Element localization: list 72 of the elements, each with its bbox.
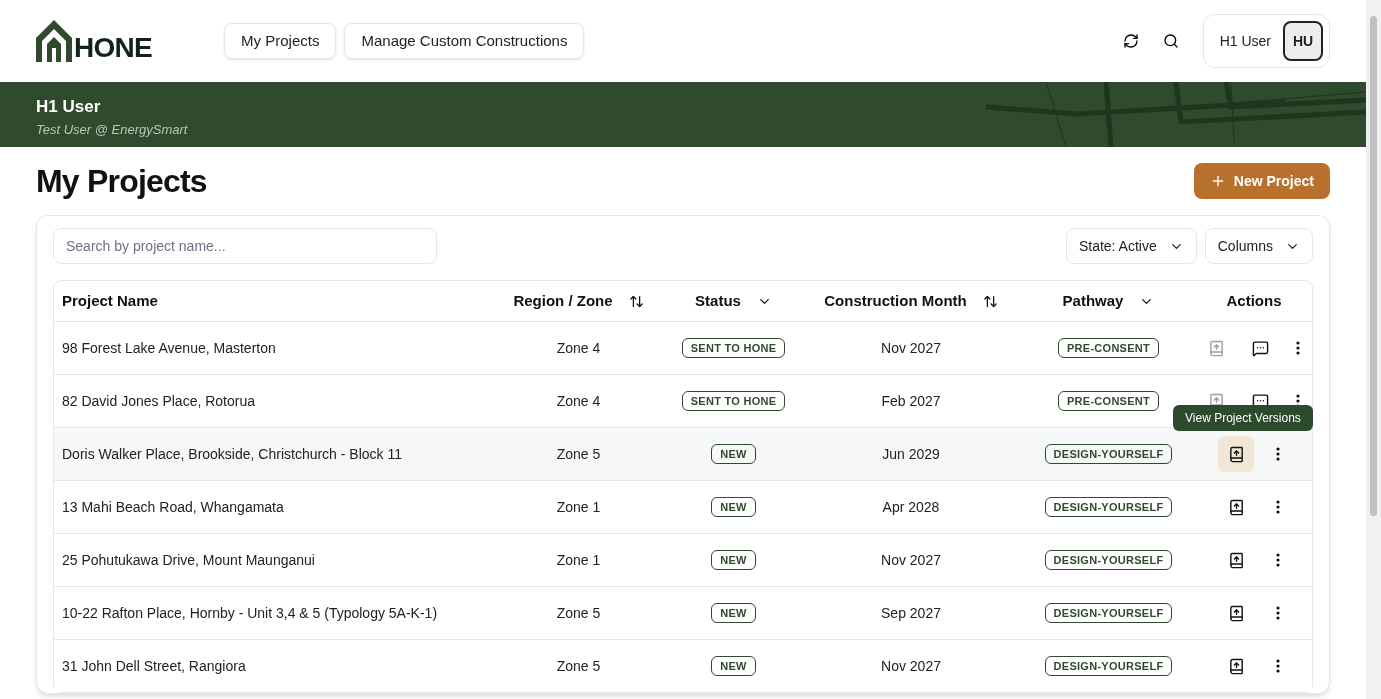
filter-dropdown[interactable]: State: Active (1065, 228, 1197, 264)
month-text: Jun 2029 (881, 444, 941, 464)
filter-dropdown[interactable]: Columns (1204, 228, 1313, 264)
pathway-badge: PRE-CONSENT (1057, 337, 1160, 359)
zone-text: Zone 5 (555, 444, 602, 464)
zone-text: Zone 5 (555, 656, 602, 676)
zone-text: Zone 5 (555, 603, 602, 623)
book-upload-icon (1227, 604, 1245, 622)
search-icon[interactable] (1162, 33, 1179, 49)
zone-text: Zone 1 (555, 497, 602, 517)
sort-icon[interactable] (982, 293, 998, 309)
status-badge: NEW (711, 496, 756, 518)
book-upload-icon (1227, 551, 1245, 569)
more-options-icon (1276, 606, 1280, 620)
status-badge: SENT TO HONE (681, 337, 786, 359)
banner-subtitle: Test User @ EnergySmart (36, 120, 189, 139)
project-name: Doris Walker Place, Brookside, Christchurch - Block 11 (61, 444, 403, 464)
scrollbar[interactable] (1366, 0, 1381, 699)
column-header: Construction Month (824, 290, 967, 311)
more-options-icon (1276, 447, 1280, 461)
new-project-button[interactable]: New Project (1193, 163, 1330, 199)
avatar: HU (1283, 21, 1323, 61)
nav-button[interactable]: Manage Custom Constructions (344, 23, 585, 59)
pathway-badge: DESIGN-YOURSELF (1044, 496, 1173, 518)
sort-icon[interactable] (628, 293, 644, 309)
project-name: 10-22 Rafton Place, Hornby - Unit 3,4 & 5 (Typology 5A-K-1) (61, 603, 439, 623)
banner-name: H1 User (36, 96, 102, 118)
status-badge: NEW (711, 549, 756, 571)
month-text: Apr 2028 (881, 497, 941, 517)
status-badge: NEW (711, 602, 756, 624)
project-name: 25 Pohutukawa Drive, Mount Maunganui (61, 550, 316, 570)
column-header: Pathway (1062, 290, 1124, 311)
logo-text: HONE (74, 34, 153, 62)
table-row[interactable]: 31 John Dell Street, Rangiora Zone 5 NEW Nov 2027 DESIGN-YOURSELF (54, 639, 1312, 692)
more-options-icon (1276, 553, 1280, 567)
book-upload-icon (1227, 657, 1245, 675)
more-options-icon (1276, 659, 1280, 673)
versions-button[interactable] (1218, 436, 1254, 472)
pathway-badge: DESIGN-YOURSELF (1044, 655, 1173, 677)
more-options-icon (1276, 500, 1280, 514)
pathway-badge: PRE-CONSENT (1057, 390, 1160, 412)
project-name: 98 Forest Lake Avenue, Masterton (61, 338, 277, 358)
page-title: My Projects (36, 162, 207, 201)
book-upload-icon (1227, 498, 1245, 516)
column-header: Project Name (62, 290, 158, 311)
pathway-badge: DESIGN-YOURSELF (1044, 602, 1173, 624)
month-text: Nov 2027 (880, 656, 942, 676)
pathway-badge: DESIGN-YOURSELF (1044, 443, 1173, 465)
more-options-icon (1296, 341, 1300, 355)
book-upload-icon (1227, 445, 1245, 463)
user-menu-button[interactable]: H1 User HU (1202, 14, 1330, 68)
status-badge: SENT TO HONE (681, 390, 786, 412)
pathway-badge: DESIGN-YOURSELF (1044, 549, 1173, 571)
status-badge: NEW (711, 655, 756, 677)
comment-icon (1251, 339, 1269, 357)
search-field[interactable]: Search by project name... (53, 228, 437, 264)
book-upload-icon (1207, 339, 1225, 357)
project-name: 31 John Dell Street, Rangiora (61, 656, 247, 676)
nav-button[interactable]: My Projects (224, 23, 337, 59)
house-logo-icon (36, 20, 72, 62)
refresh-icon[interactable] (1122, 33, 1139, 49)
column-header: Status (695, 290, 741, 311)
zone-text: Zone 1 (555, 550, 602, 570)
zone-text: Zone 4 (555, 338, 602, 358)
column-header: Region / Zone (513, 290, 613, 311)
project-name: 13 Mahi Beach Road, Whangamata (61, 497, 285, 517)
status-badge: NEW (711, 443, 756, 465)
month-text: Nov 2027 (880, 550, 942, 570)
month-text: Nov 2027 (880, 338, 942, 358)
tooltip: View Project Versions (1173, 405, 1313, 431)
column-header: Actions (1226, 290, 1282, 311)
month-text: Sep 2027 (880, 603, 942, 623)
